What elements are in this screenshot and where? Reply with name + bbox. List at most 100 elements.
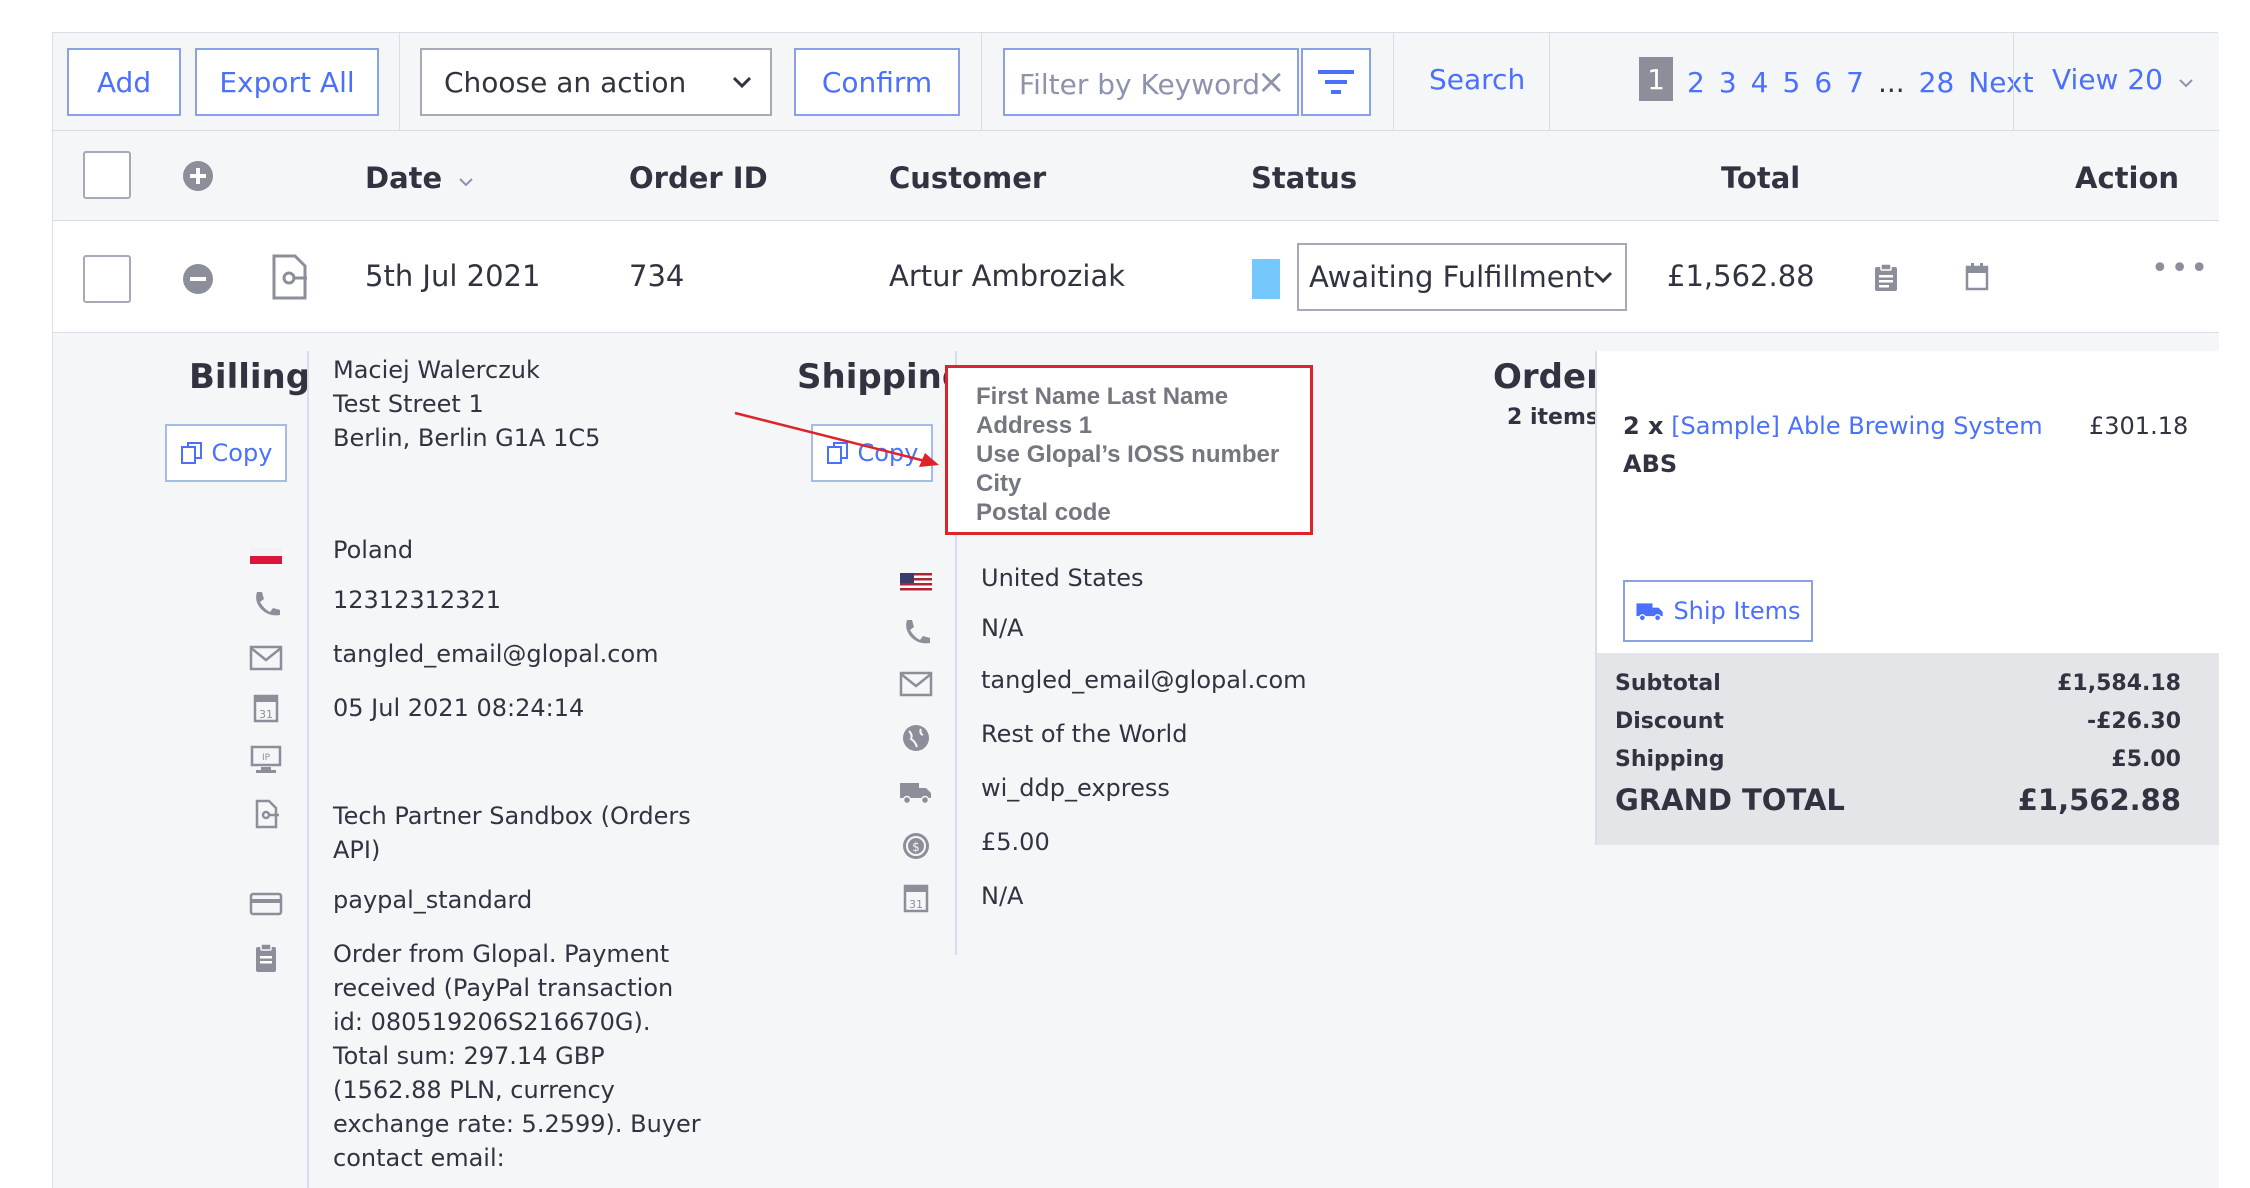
billing-channel-line: Tech Partner Sandbox (Orders	[333, 802, 691, 830]
table-row: 5th Jul 2021 734 Artur Ambroziak Awaitin…	[53, 221, 2219, 333]
copy-icon	[180, 442, 202, 464]
status-select[interactable]: Awaiting Fulfillment	[1297, 243, 1627, 311]
billing-channel: Tech Partner Sandbox (Orders API)	[333, 799, 691, 867]
view-count-label: View 20	[2052, 63, 2163, 96]
comment-line: exchange rate: 5.2599). Buyer	[333, 1110, 701, 1138]
collapse-row-icon[interactable]	[183, 264, 213, 294]
item-price: £301.18	[2089, 412, 2189, 440]
ip-address-icon: IP	[250, 745, 282, 773]
shipping-phone: N/A	[981, 614, 1024, 642]
annotation-arrow	[734, 411, 939, 467]
page-link-last[interactable]: 28	[1919, 66, 1955, 99]
row-checkbox[interactable]	[83, 255, 131, 303]
billing-copy-label: Copy	[211, 439, 273, 467]
credit-card-icon	[249, 892, 283, 916]
more-actions-icon[interactable]: •••	[2151, 251, 2210, 286]
us-flag-icon	[900, 573, 932, 592]
order-totals: Subtotal £1,584.18 Discount -£26.30 Ship…	[1597, 653, 2219, 845]
shipping-zone-link[interactable]: Rest of the World	[981, 717, 1187, 751]
chevron-down-icon	[2179, 79, 2193, 88]
order-document-icon[interactable]	[271, 253, 309, 301]
calendar-icon: 31	[253, 694, 279, 723]
highlighted-address-annotation: First Name Last Name Address 1 Use Glopa…	[945, 365, 1313, 535]
status-select-value: Awaiting Fulfillment	[1309, 260, 1595, 294]
page-link[interactable]: 6	[1814, 66, 1832, 99]
annotation-line: Address 1	[976, 412, 1093, 439]
toolbar: Add Export All Choose an action Confirm …	[53, 33, 2219, 131]
svg-text:IP: IP	[262, 753, 271, 763]
annotation-line: City	[976, 470, 1022, 497]
discount-value: -£26.30	[2086, 709, 2181, 734]
order-total: £1,562.88	[1667, 259, 1815, 293]
annotation-line: Postal code	[976, 499, 1111, 526]
email-icon	[899, 671, 933, 697]
billing-phone: 12312312321	[333, 586, 501, 614]
billing-city: Berlin, Berlin G1A 1C5	[333, 424, 601, 452]
clear-icon[interactable]: ×	[1257, 62, 1286, 102]
page-link[interactable]: 4	[1751, 66, 1769, 99]
orders-panel: Add Export All Choose an action Confirm …	[52, 32, 2219, 1188]
add-button[interactable]: Add	[67, 48, 181, 116]
calendar-icon: 31	[903, 884, 929, 913]
page-link[interactable]: 2	[1687, 66, 1705, 99]
select-all-checkbox[interactable]	[83, 151, 131, 199]
discount-label: Discount	[1615, 709, 1724, 734]
billing-street: Test Street 1	[333, 390, 484, 418]
filter-button[interactable]	[1301, 48, 1371, 116]
billing-email-link[interactable]: tangled_email@glopal.com	[333, 637, 659, 671]
order-source-icon	[255, 799, 279, 829]
email-icon	[249, 645, 283, 671]
ship-items-button[interactable]: Ship Items	[1623, 580, 1813, 642]
page-link[interactable]: 5	[1782, 66, 1800, 99]
toolbar-divider	[399, 33, 400, 131]
order-item-count: 2 items	[1507, 405, 1599, 430]
search-button[interactable]: Search	[1429, 63, 1525, 96]
ship-items-label: Ship Items	[1673, 597, 1801, 625]
expand-all-icon[interactable]	[183, 161, 213, 191]
page-ellipsis: ...	[1877, 65, 1905, 99]
column-status-header: Status	[1251, 161, 1358, 195]
svg-text:$: $	[912, 840, 920, 854]
comment-line: (1562.88 PLN, currency	[333, 1076, 615, 1104]
toolbar-divider	[981, 33, 982, 131]
next-page-link[interactable]: Next	[1968, 66, 2033, 99]
grand-total-value: £1,562.88	[2017, 783, 2181, 817]
clipboard-icon[interactable]	[1873, 263, 1899, 293]
grand-total-label: GRAND TOTAL	[1615, 783, 1845, 817]
table-header: Date Order ID Customer Status Total Acti…	[53, 131, 2219, 221]
poland-flag-icon	[250, 548, 282, 564]
svg-text:31: 31	[259, 708, 273, 721]
annotation-line: First Name Last Name	[976, 383, 1229, 410]
shipping-title: Shipping	[797, 357, 967, 397]
view-count-dropdown[interactable]: View 20	[2052, 63, 2194, 96]
export-all-button[interactable]: Export All	[195, 48, 379, 116]
order-item: 2 x [Sample] Able Brewing System	[1623, 409, 2043, 443]
shipping-email-link[interactable]: tangled_email@glopal.com	[981, 663, 1307, 697]
page-link[interactable]: 7	[1846, 66, 1864, 99]
globe-icon	[903, 725, 929, 751]
billing-copy-button[interactable]: Copy	[165, 424, 287, 482]
svg-text:31: 31	[909, 898, 923, 911]
billing-divider	[307, 351, 309, 1188]
chevron-down-icon	[1593, 271, 1613, 284]
action-select[interactable]: Choose an action	[420, 48, 772, 116]
comment-line: contact email:	[333, 1144, 505, 1172]
clipboard-icon	[256, 943, 276, 972]
shipping-cost: £5.00	[981, 828, 1050, 856]
chevron-down-icon	[732, 76, 752, 89]
customer-link[interactable]: Artur Ambroziak	[889, 259, 1125, 293]
item-name-link[interactable]: [Sample] Able Brewing System	[1671, 412, 2043, 440]
confirm-button[interactable]: Confirm	[794, 48, 960, 116]
order-details: Billing Copy Maciej Walerczuk Test Stree…	[53, 333, 2219, 1188]
shipping-total-value: £5.00	[2111, 747, 2181, 772]
page-link[interactable]: 3	[1719, 66, 1737, 99]
comment-line: Total sum: 297.14 GBP	[333, 1042, 605, 1070]
column-customer-header: Customer	[889, 161, 1047, 195]
calendar-icon[interactable]	[1965, 263, 1989, 291]
filter-placeholder: Filter by Keyword	[1019, 68, 1261, 101]
page-current: 1	[1639, 57, 1673, 101]
shipping-total-label: Shipping	[1615, 747, 1725, 772]
keyword-filter-input[interactable]: Filter by Keyword ×	[1003, 48, 1299, 116]
column-date-header[interactable]: Date	[365, 161, 474, 195]
filter-icon	[1318, 70, 1354, 94]
